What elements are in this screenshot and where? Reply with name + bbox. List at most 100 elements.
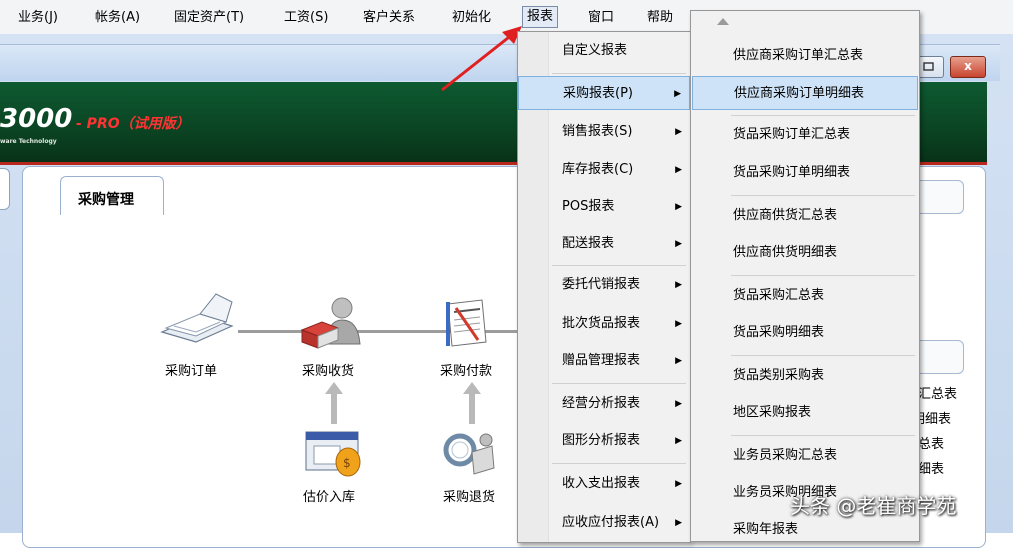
submenu-item[interactable]: 供应商供货汇总表 <box>691 199 919 233</box>
submenu-item[interactable]: 供应商供货明细表 <box>691 236 919 270</box>
notebook-icon[interactable] <box>160 292 234 348</box>
submenu-item-label: 采购年报表 <box>733 522 799 537</box>
submenu-item[interactable]: 业务员采购汇总表 <box>691 439 919 473</box>
workflow-node-label[interactable]: 采购订单 <box>165 360 217 379</box>
submenu-item-highlighted[interactable]: 供应商采购订单明细表 <box>692 76 918 110</box>
submenu-item-label: 货品采购明细表 <box>733 325 825 340</box>
workflow-node-label[interactable]: 估价入库 <box>303 486 355 505</box>
menu-item-label: 委托代销报表 <box>562 277 641 292</box>
workflow-node-label[interactable]: 采购付款 <box>440 360 492 379</box>
right-fragment[interactable]: 总表 <box>918 433 944 452</box>
right-fragment[interactable]: 汇总表 <box>918 383 957 402</box>
left-panel-edge <box>0 168 10 210</box>
menu-payroll[interactable]: 工资(S) <box>284 8 328 28</box>
menu-item-label: 应收应付报表(A) <box>562 515 660 530</box>
submenu-arrow-icon: ▶ <box>675 202 682 212</box>
menu-separator <box>552 463 686 464</box>
submenu-item-label: 地区采购报表 <box>733 405 812 420</box>
tab-label: 采购管理 <box>78 192 134 208</box>
menu-item-label: 自定义报表 <box>562 43 628 58</box>
menu-item-sales-report[interactable]: 销售报表(S) ▶ <box>518 115 690 149</box>
money-bag-icon[interactable]: $ <box>304 428 364 478</box>
menu-item-label: POS报表 <box>562 199 615 214</box>
menu-separator <box>731 355 915 356</box>
watermark: 头条 @老崔商学苑 <box>790 494 957 518</box>
submenu-arrow-icon: ▶ <box>675 127 682 137</box>
submenu-item-label: 供应商供货汇总表 <box>733 208 838 223</box>
menu-crm[interactable]: 客户关系 <box>363 8 415 28</box>
purchase-report-submenu: 供应商采购订单汇总表 供应商采购订单明细表 货品采购订单汇总表 货品采购订单明细… <box>690 10 920 542</box>
menu-help[interactable]: 帮助 <box>647 8 673 28</box>
menu-item-label: 赠品管理报表 <box>562 353 641 368</box>
menu-item-custom-report[interactable]: 自定义报表 <box>518 34 690 68</box>
logo-number: 3000 <box>0 104 73 134</box>
menu-item-label: 经营分析报表 <box>562 396 641 411</box>
menu-window[interactable]: 窗口 <box>588 8 614 28</box>
submenu-arrow-icon: ▶ <box>675 356 682 366</box>
workflow-connector <box>238 330 538 333</box>
submenu-item-label: 货品采购订单明细表 <box>733 165 851 180</box>
up-arrow-icon <box>463 382 481 424</box>
submenu-arrow-icon: ▶ <box>675 239 682 249</box>
submenu-item[interactable]: 货品采购明细表 <box>691 316 919 350</box>
person-package-icon[interactable] <box>298 296 366 350</box>
menu-item-business-analysis[interactable]: 经营分析报表 ▶ <box>518 387 690 421</box>
menu-item-income-expense[interactable]: 收入支出报表 ▶ <box>518 467 690 501</box>
menu-item-purchase-report[interactable]: 采购报表(P) ▶ <box>518 76 690 110</box>
menu-item-distribution-report[interactable]: 配送报表 ▶ <box>518 227 690 261</box>
submenu-item-label: 货品采购汇总表 <box>733 288 825 303</box>
menu-item-batch-report[interactable]: 批次货品报表 ▶ <box>518 307 690 341</box>
submenu-item[interactable]: 货品采购订单汇总表 <box>691 118 919 152</box>
menu-item-label: 批次货品报表 <box>562 316 641 331</box>
menu-item-pos-report[interactable]: POS报表 ▶ <box>518 190 690 224</box>
menu-separator <box>552 265 686 266</box>
menu-fixed-assets[interactable]: 固定资产(T) <box>174 8 244 28</box>
svg-text:$: $ <box>343 456 351 470</box>
close-button[interactable]: x <box>950 56 986 78</box>
menu-separator <box>552 73 686 74</box>
right-fragment[interactable]: 细表 <box>918 458 944 477</box>
submenu-item-label: 供应商采购订单明细表 <box>734 86 865 101</box>
submenu-arrow-icon: ▶ <box>675 319 682 329</box>
menu-item-label: 库存报表(C) <box>562 162 634 177</box>
submenu-item-label: 货品采购订单汇总表 <box>733 127 851 142</box>
menu-item-label: 配送报表 <box>562 236 615 251</box>
submenu-arrow-icon: ▶ <box>675 399 682 409</box>
return-goods-icon[interactable] <box>442 428 498 478</box>
txt-document-icon[interactable] <box>442 298 492 348</box>
submenu-item[interactable]: 供应商采购订单汇总表 <box>691 39 919 73</box>
menu-item-label: 收入支出报表 <box>562 476 641 491</box>
menu-accounts[interactable]: 帐务(A) <box>95 8 140 28</box>
submenu-arrow-icon: ▶ <box>674 89 681 99</box>
logo-subtitle: ware Technology <box>0 138 57 145</box>
submenu-arrow-icon: ▶ <box>675 518 682 528</box>
submenu-item-label: 供应商供货明细表 <box>733 245 838 260</box>
submenu-item[interactable]: 货品采购汇总表 <box>691 279 919 313</box>
submenu-item-label: 供应商采购订单汇总表 <box>733 48 864 63</box>
menu-business[interactable]: 业务(J) <box>18 8 58 28</box>
menu-item-label: 采购报表(P) <box>563 86 633 101</box>
submenu-item-label: 业务员采购汇总表 <box>733 448 838 463</box>
submenu-item[interactable]: 货品类别采购表 <box>691 359 919 393</box>
submenu-item[interactable]: 地区采购报表 <box>691 396 919 430</box>
menu-item-consignment-report[interactable]: 委托代销报表 ▶ <box>518 268 690 302</box>
workflow-node-label[interactable]: 采购收货 <box>302 360 354 379</box>
menu-separator <box>731 115 915 116</box>
annotation-arrow-icon <box>441 26 522 92</box>
submenu-arrow-icon: ▶ <box>675 280 682 290</box>
menu-item-label: 图形分析报表 <box>562 433 641 448</box>
workflow-node-label[interactable]: 采购退货 <box>443 486 495 505</box>
menu-separator <box>731 195 915 196</box>
logo-edition: - PRO（试用版） <box>76 116 190 132</box>
menu-item-gift-report[interactable]: 赠品管理报表 ▶ <box>518 344 690 378</box>
submenu-item[interactable]: 货品采购订单明细表 <box>691 156 919 190</box>
menu-item-inventory-report[interactable]: 库存报表(C) ▶ <box>518 153 690 187</box>
menu-item-graph-analysis[interactable]: 图形分析报表 ▶ <box>518 424 690 458</box>
scroll-up-icon[interactable] <box>715 17 731 27</box>
menu-separator <box>731 435 915 436</box>
menu-separator <box>552 383 686 384</box>
reports-dropdown-menu: 自定义报表 采购报表(P) ▶ 销售报表(S) ▶ 库存报表(C) ▶ POS报表 ▶ … <box>517 31 691 543</box>
menu-item-receivable-payable[interactable]: 应收应付报表(A) ▶ <box>518 506 690 540</box>
menu-item-label: 销售报表(S) <box>562 124 633 139</box>
submenu-item-label: 货品类别采购表 <box>733 368 825 383</box>
